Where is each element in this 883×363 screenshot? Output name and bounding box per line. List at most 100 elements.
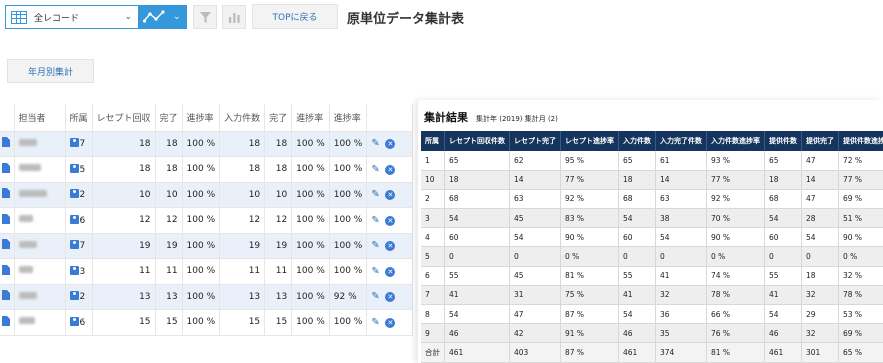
document-icon[interactable] bbox=[2, 315, 10, 326]
staff-cell bbox=[14, 284, 66, 310]
bar-chart-button[interactable] bbox=[222, 5, 246, 29]
record-doc-cell[interactable] bbox=[0, 207, 15, 234]
rate3-cell: 100 % bbox=[329, 182, 368, 208]
header-receipt: レセプト回収 bbox=[92, 104, 156, 132]
header-rate: 進捗率 bbox=[182, 104, 221, 132]
pencil-icon[interactable]: ✎ bbox=[371, 189, 379, 200]
record-doc-cell[interactable] bbox=[0, 156, 15, 183]
summary-cell: 45 bbox=[509, 266, 561, 286]
summary-cell: 81 % bbox=[706, 342, 765, 363]
summary-cell: 74 % bbox=[706, 266, 765, 286]
rate-cell: 100 % bbox=[182, 284, 221, 310]
record-doc-cell[interactable] bbox=[0, 284, 15, 310]
document-icon[interactable] bbox=[2, 188, 10, 199]
summary-cell: 54 bbox=[618, 208, 656, 229]
graph-button[interactable]: ⌄ bbox=[138, 5, 187, 29]
summary-cell: 68 bbox=[444, 189, 510, 210]
table-row[interactable]: 3 11 11 100 % 11 11 100 % 100 % ✎ ✕ bbox=[0, 258, 414, 285]
delete-icon[interactable]: ✕ bbox=[385, 164, 396, 175]
table-row[interactable]: 6 12 12 100 % 12 12 100 % 100 % ✎ ✕ bbox=[0, 207, 414, 234]
dept-value: 5 bbox=[79, 164, 86, 175]
summary-cell: 301 bbox=[801, 342, 839, 363]
summary-cell: 0 bbox=[764, 246, 802, 267]
summary-cell: 38 bbox=[655, 208, 707, 229]
summary-cell: 65 bbox=[618, 151, 656, 171]
pencil-icon[interactable]: ✎ bbox=[371, 266, 379, 277]
document-icon[interactable] bbox=[2, 162, 10, 173]
delete-icon[interactable]: ✕ bbox=[385, 266, 396, 277]
document-icon[interactable] bbox=[2, 290, 10, 301]
table-row[interactable]: 6 15 15 100 % 15 15 100 % 100 % ✎ ✕ bbox=[0, 309, 414, 336]
summary-cell: 2 bbox=[421, 189, 445, 210]
summary-cell: 62 bbox=[509, 151, 561, 171]
actions-cell: ✎ ✕ bbox=[366, 156, 414, 183]
summary-cell: 14 bbox=[509, 170, 561, 190]
record-doc-cell[interactable] bbox=[0, 258, 15, 285]
pencil-icon[interactable]: ✎ bbox=[371, 291, 379, 302]
bar-chart-icon bbox=[228, 12, 240, 23]
table-row[interactable]: 5 18 18 100 % 18 18 100 % 100 % ✎ ✕ bbox=[0, 156, 414, 183]
pencil-icon[interactable]: ✎ bbox=[371, 317, 379, 328]
table-row[interactable]: 7 19 19 100 % 19 19 100 % 100 % ✎ ✕ bbox=[0, 233, 414, 259]
summary-row: 10 18 14 77 % 18 14 77 % 18 14 77 % bbox=[421, 170, 883, 190]
summary-header-cell: 入力件数 bbox=[618, 131, 656, 151]
table-row[interactable]: 2 10 10 100 % 10 10 100 % 100 % ✎ ✕ bbox=[0, 182, 414, 208]
staff-name-blurred bbox=[18, 317, 35, 325]
summary-cell: 66 % bbox=[706, 304, 765, 325]
rate-cell: 100 % bbox=[182, 233, 221, 259]
delete-icon[interactable]: ✕ bbox=[385, 241, 396, 252]
header-input: 入力件数 bbox=[219, 104, 266, 132]
view-select-label: 全レコード bbox=[34, 13, 80, 24]
delete-icon[interactable]: ✕ bbox=[385, 317, 396, 328]
summary-row: 3 54 45 83 % 54 38 70 % 54 28 51 % bbox=[421, 208, 883, 229]
receipt-cell: 19 bbox=[92, 233, 156, 259]
summary-cell: 32 % bbox=[838, 266, 883, 286]
summary-cell: 31 bbox=[509, 285, 561, 306]
pencil-icon[interactable]: ✎ bbox=[371, 215, 379, 226]
delete-icon[interactable]: ✕ bbox=[385, 292, 396, 303]
document-icon[interactable] bbox=[2, 239, 10, 250]
rate3-cell: 92 % bbox=[329, 284, 368, 310]
actions-cell: ✎ ✕ bbox=[366, 207, 414, 234]
record-doc-cell[interactable] bbox=[0, 131, 15, 157]
document-icon[interactable] bbox=[2, 137, 10, 148]
rate3-cell: 100 % bbox=[329, 309, 368, 336]
done2-cell: 19 bbox=[264, 233, 293, 259]
summary-row: 8 54 47 87 % 54 36 66 % 54 29 53 % bbox=[421, 304, 883, 325]
summary-cell: 51 % bbox=[838, 208, 883, 229]
actions-cell: ✎ ✕ bbox=[366, 284, 414, 310]
summary-cell: 32 bbox=[801, 285, 839, 306]
summary-cell: 32 bbox=[801, 323, 839, 344]
view-select[interactable]: 全レコード ⌄ bbox=[5, 5, 139, 29]
summary-total-row: 合計 461 403 87 % 461 374 81 % 461 301 65 % bbox=[421, 342, 883, 363]
record-doc-cell[interactable] bbox=[0, 309, 15, 336]
actions-cell: ✎ ✕ bbox=[366, 182, 414, 208]
filter-button[interactable] bbox=[193, 5, 217, 29]
done-cell: 18 bbox=[155, 156, 183, 183]
record-doc-cell[interactable] bbox=[0, 182, 15, 208]
summary-cell: 18 bbox=[764, 170, 802, 190]
summary-cell: 461 bbox=[764, 342, 802, 363]
staff-cell bbox=[14, 233, 66, 259]
table-row[interactable]: 2 13 13 100 % 13 13 100 % 92 % ✎ ✕ bbox=[0, 284, 414, 310]
summary-cell: 14 bbox=[655, 170, 707, 190]
top-button[interactable]: TOPに戻る bbox=[252, 4, 338, 29]
summary-cell: 54 bbox=[509, 227, 561, 248]
delete-icon[interactable]: ✕ bbox=[385, 215, 396, 226]
document-icon[interactable] bbox=[2, 213, 10, 224]
delete-icon[interactable]: ✕ bbox=[385, 139, 396, 150]
summary-cell: 87 % bbox=[560, 342, 619, 363]
record-doc-cell[interactable] bbox=[0, 233, 15, 259]
summary-cell: 92 % bbox=[706, 189, 765, 210]
chevron-down-icon: ⌄ bbox=[173, 12, 181, 22]
pencil-icon[interactable]: ✎ bbox=[371, 240, 379, 251]
input-cell: 13 bbox=[219, 284, 266, 310]
dept-cell: 7 bbox=[65, 131, 93, 157]
table-row[interactable]: 7 18 18 100 % 18 18 100 % 100 % ✎ ✕ bbox=[0, 131, 414, 157]
document-icon[interactable] bbox=[2, 264, 10, 275]
staff-cell bbox=[14, 258, 66, 285]
delete-icon[interactable]: ✕ bbox=[385, 190, 396, 201]
year-month-summary-button[interactable]: 年月別集計 bbox=[7, 59, 94, 83]
pencil-icon[interactable]: ✎ bbox=[371, 164, 379, 175]
pencil-icon[interactable]: ✎ bbox=[371, 138, 379, 149]
